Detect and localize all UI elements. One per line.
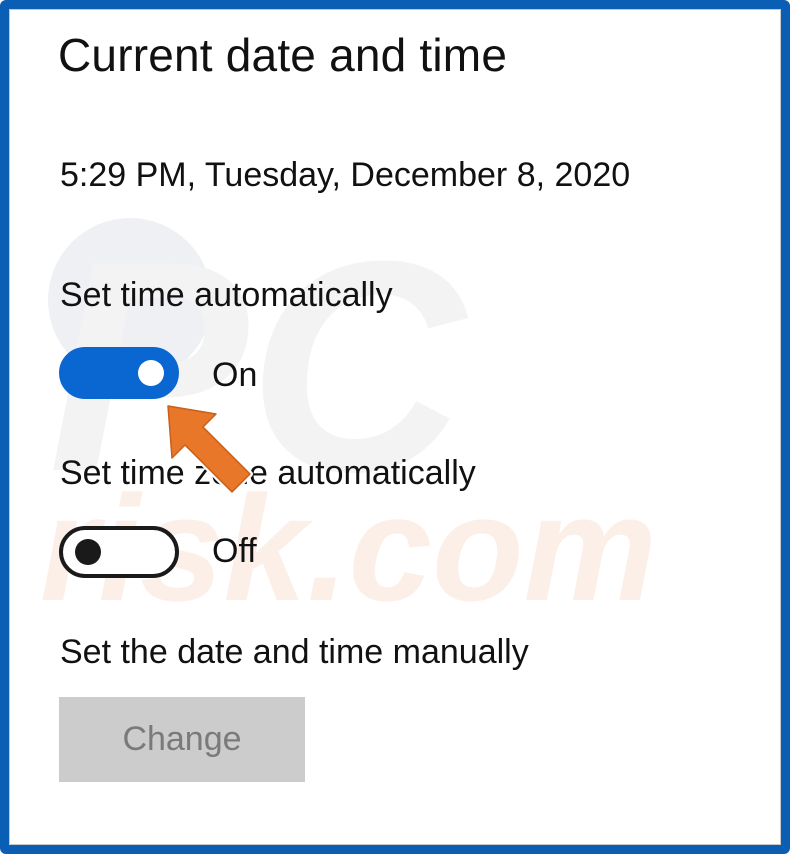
arrow-pointer-icon xyxy=(165,403,253,495)
set-date-time-manually-label: Set the date and time manually xyxy=(60,633,529,671)
set-time-zone-automatically-toggle[interactable] xyxy=(59,526,179,578)
toggle-knob xyxy=(75,539,101,565)
toggle-knob xyxy=(138,360,164,386)
set-time-automatically-label: Set time automatically xyxy=(60,276,393,314)
page-title: Current date and time xyxy=(58,29,508,81)
current-datetime: 5:29 PM, Tuesday, December 8, 2020 xyxy=(60,156,631,194)
set-time-zone-automatically-state: Off xyxy=(212,532,257,570)
change-button[interactable]: Change xyxy=(59,697,305,782)
